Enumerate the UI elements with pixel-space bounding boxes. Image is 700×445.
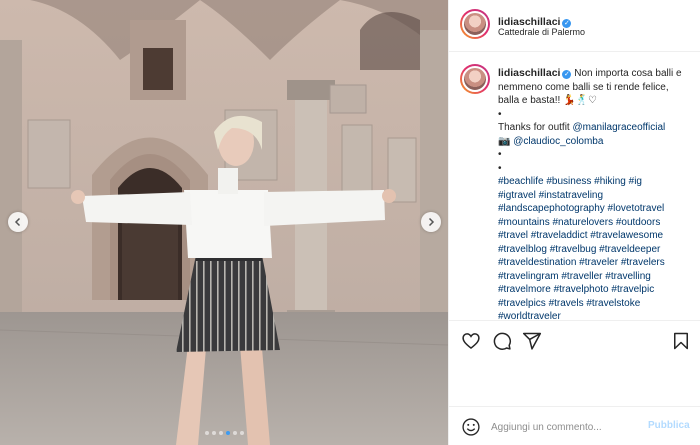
photo-scene — [0, 0, 448, 445]
caption-text: lidiaschillaci ✓ Non importa cosa balli e… — [498, 67, 696, 320]
hashtag-list: #beachlife #business #hiking #ig #igtrave… — [498, 175, 696, 320]
hashtag-line[interactable]: #worldtraveler — [498, 310, 696, 320]
avatar[interactable] — [460, 9, 490, 39]
caption-section: lidiaschillaci ✓ Non importa cosa balli e… — [449, 52, 700, 320]
caption-bullet: • — [498, 162, 502, 174]
hashtag-line[interactable]: #travelmore #travelphoto #travelpic — [498, 283, 696, 297]
emoji-button[interactable] — [461, 417, 481, 437]
caption-avatar[interactable] — [460, 64, 490, 94]
instagram-post: lidiaschillaci ✓ Cattedrale di Palermo li… — [0, 0, 700, 445]
hashtag-line[interactable]: #travelpics #travels #travelstoke — [498, 297, 696, 311]
location-link[interactable]: Cattedrale di Palermo — [498, 27, 585, 37]
like-button[interactable] — [461, 331, 481, 351]
carousel-indicator — [205, 431, 244, 435]
carousel-dot — [240, 431, 244, 435]
caption-bullet: • — [498, 149, 502, 160]
emoji-icon — [462, 418, 480, 436]
mention-link[interactable]: @claudioc_colomba — [513, 136, 603, 147]
hashtag-line[interactable]: #travelblog #travelbug #traveldeeper — [498, 243, 696, 257]
caption-line-1: lidiaschillaci ✓ Non importa cosa balli e — [498, 67, 696, 81]
hashtag-line[interactable]: #igtravel #instatraveling — [498, 189, 696, 203]
hashtag-line[interactable]: #landscapephotography #lovetotravel — [498, 202, 696, 216]
caption-username[interactable]: lidiaschillaci — [498, 67, 560, 79]
caption-line-2: nemmeno come balli se ti rende felice, — [498, 81, 669, 93]
heart-icon — [462, 333, 480, 350]
carousel-prev-button[interactable] — [8, 212, 28, 232]
post-photo[interactable] — [0, 0, 448, 445]
mention-link[interactable]: @manilagraceofficial — [572, 122, 665, 133]
camera-emoji: 📷 — [498, 135, 514, 147]
carousel-dot — [233, 431, 237, 435]
post-header: lidiaschillaci ✓ Cattedrale di Palermo — [449, 0, 700, 52]
bookmark-icon — [674, 332, 688, 350]
comment-input[interactable] — [491, 419, 641, 435]
share-button[interactable] — [522, 331, 542, 351]
post-details-panel: lidiaschillaci ✓ Cattedrale di Palermo li… — [448, 0, 700, 445]
hashtag-line[interactable]: #traveldestination #traveler #travelers — [498, 256, 696, 270]
caption-line-3: balla e basta!! 💃🕺♡ — [498, 95, 597, 106]
hashtag-line[interactable]: #travelingram #traveller #travelling — [498, 270, 696, 284]
save-button[interactable] — [671, 331, 691, 351]
chevron-right-icon — [428, 217, 435, 227]
comment-bar: Pubblica — [449, 406, 700, 445]
hashtag-line[interactable]: #travel #traveladdict #travelawesome — [498, 229, 696, 243]
carousel-dot — [212, 431, 216, 435]
publish-button[interactable]: Pubblica — [648, 420, 690, 431]
caption-line-photo: 📷 @claudioc_colomba — [498, 135, 696, 149]
chevron-left-icon — [14, 217, 21, 227]
caption-bullet: • — [498, 108, 502, 120]
hashtag-line[interactable]: #mountains #naturelovers #outdoors — [498, 216, 696, 230]
carousel-next-button[interactable] — [421, 212, 441, 232]
hashtag-line[interactable]: #beachlife #business #hiking #ig — [498, 175, 696, 189]
caption-text-segment: Non importa cosa balli e — [571, 68, 682, 79]
comment-icon — [493, 332, 512, 350]
carousel-dot — [205, 431, 209, 435]
caption-line-thanks: Thanks for outfit @manilagraceofficial — [498, 121, 696, 135]
carousel-dot — [226, 431, 230, 435]
action-bar — [449, 320, 700, 360]
share-icon — [522, 332, 542, 350]
thanks-text: Thanks for outfit — [498, 122, 573, 133]
carousel-dot — [219, 431, 223, 435]
comment-button[interactable] — [492, 331, 512, 351]
